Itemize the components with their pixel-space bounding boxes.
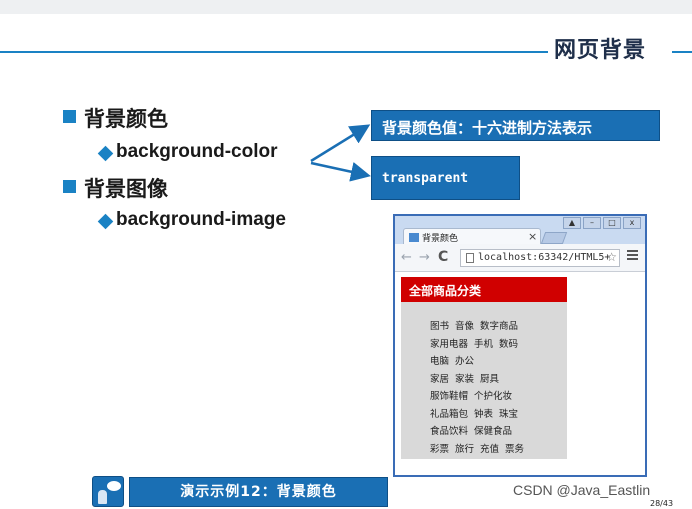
list-item[interactable]: 礼品箱包 钟表 珠宝 [430,406,524,424]
window-controls: ▲ – □ x [563,217,641,229]
category-list: 图书 音像 数字商品 家用电器 手机 数码 电脑 办公 家居 家装 厨具 服饰鞋… [430,318,524,458]
speech-bubble-icon [107,481,121,491]
favicon-icon [409,233,419,242]
person-icon [98,490,107,504]
arrow-to-color-value [310,124,371,163]
url-text: localhost:63342/HTML5+ [478,252,611,263]
close-button[interactable]: x [623,217,641,229]
callout-transparent: transparent [371,156,520,200]
tab-close-icon[interactable]: × [528,230,537,243]
maximize-button[interactable]: □ [603,217,621,229]
tab-title: 背景颜色 [422,234,459,244]
browser-viewport: 全部商品分类 图书 音像 数字商品 家用电器 手机 数码 电脑 办公 家居 家装… [395,272,645,475]
list-item[interactable]: 彩票 旅行 充值 票务 [430,441,524,459]
list-item[interactable]: 食品饮料 保健食品 [430,423,524,441]
reload-icon[interactable]: C [438,249,448,265]
profile-icon[interactable]: ▲ [563,217,581,229]
category-panel: 全部商品分类 图书 音像 数字商品 家用电器 手机 数码 电脑 办公 家居 家装… [401,277,567,459]
presenter-icon[interactable] [92,476,124,507]
watermark: CSDN @Java_Eastlin [513,482,651,498]
list-item[interactable]: 服饰鞋帽 个护化妆 [430,388,524,406]
minimize-button[interactable]: – [583,217,601,229]
browser-window: 背景颜色 × ▲ – □ x ← → C localhost:63342/HTM… [393,214,647,477]
category-header: 全部商品分类 [401,277,567,302]
list-item[interactable]: 电脑 办公 [430,353,524,371]
list-item[interactable]: 家居 家装 厨具 [430,371,524,389]
page-number: 28/43 [650,499,674,508]
list-item[interactable]: 家用电器 手机 数码 [430,336,524,354]
demo-example-button[interactable]: 演示示例12：背景颜色 [129,477,388,507]
callout-color-value: 背景颜色值：十六进制方法表示 [371,110,660,141]
browser-title-bar: 背景颜色 × ▲ – □ x [395,216,645,246]
page-icon [466,253,474,263]
new-tab-button[interactable] [540,232,568,244]
back-arrow-icon[interactable]: ← [401,250,412,265]
address-bar[interactable]: localhost:63342/HTML5+ ☆ [460,249,620,267]
arrow-to-transparent [310,161,371,182]
list-item[interactable]: 图书 音像 数字商品 [430,318,524,336]
forward-arrow-icon[interactable]: → [419,250,430,265]
bookmark-star-icon[interactable]: ☆ [606,250,617,264]
menu-icon[interactable] [627,250,638,261]
browser-toolbar: ← → C localhost:63342/HTML5+ ☆ [395,244,645,272]
